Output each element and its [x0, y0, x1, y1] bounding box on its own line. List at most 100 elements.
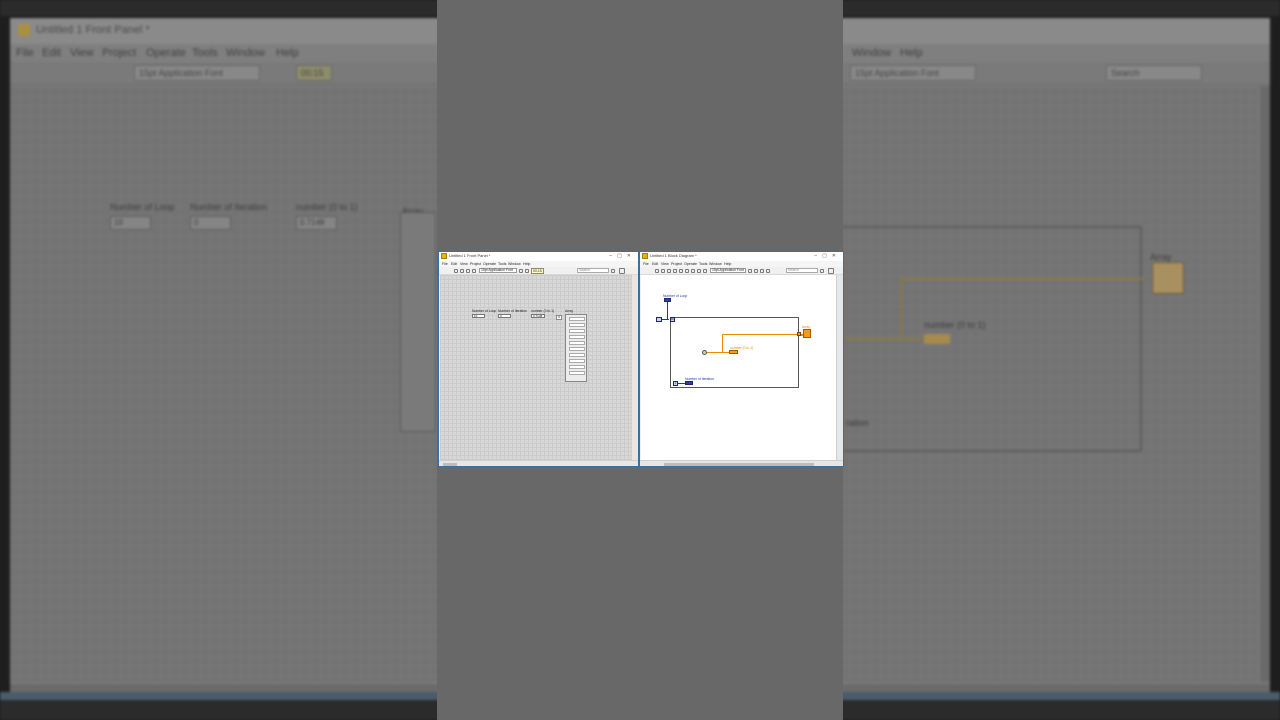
- fp-search-input[interactable]: Search: [577, 268, 609, 273]
- bd-menu-edit[interactable]: Edit: [652, 262, 658, 266]
- search-icon[interactable]: [611, 268, 615, 273]
- bg-menu-edit: Edit: [42, 47, 61, 59]
- window-controls-icon[interactable]: –▢✕: [609, 253, 636, 259]
- zoom-tooltip: 00:15: [531, 267, 544, 274]
- array-element: [569, 317, 585, 321]
- dbl-wire[interactable]: [722, 334, 723, 352]
- fp-menu-window[interactable]: Window: [508, 262, 521, 266]
- vi-icon-pane[interactable]: [828, 267, 834, 274]
- array-index-display[interactable]: 0: [556, 315, 562, 320]
- step-out-icon[interactable]: [703, 268, 707, 273]
- int-wire[interactable]: [667, 302, 668, 320]
- int-wire[interactable]: [661, 319, 669, 320]
- bg-menu-file: File: [16, 47, 34, 59]
- run-arrow-icon[interactable]: [655, 268, 659, 273]
- window-controls-icon[interactable]: –▢✕: [814, 253, 841, 259]
- reorder-icon[interactable]: [760, 268, 764, 273]
- bg-font-selector: 15pt Application Font: [134, 65, 260, 81]
- distribute-icon[interactable]: [525, 268, 529, 273]
- bd-title: Untitled 1 Block Diagram *: [650, 253, 697, 258]
- bg-number-indicator: [924, 334, 950, 344]
- array-element: [569, 329, 585, 333]
- bg-array-indicator: [1152, 262, 1184, 294]
- bd-scroll-thumb[interactable]: [664, 462, 814, 466]
- fp-menu-tools[interactable]: Tools: [498, 262, 506, 266]
- random-number-indicator: 0.7148: [531, 314, 545, 318]
- number-of-iteration-terminal[interactable]: [685, 381, 693, 385]
- pause-icon[interactable]: [673, 268, 677, 273]
- highlight-execution-icon[interactable]: [679, 268, 683, 273]
- distribute-icon[interactable]: [754, 268, 758, 273]
- bd-menu-tools[interactable]: Tools: [699, 262, 707, 266]
- fp-scroll-thumb[interactable]: [443, 462, 457, 466]
- dbl-wire[interactable]: [722, 334, 799, 335]
- bg-label-iteration: Number of Iteration: [190, 202, 268, 212]
- step-over-icon[interactable]: [697, 268, 701, 273]
- run-continuously-icon[interactable]: [661, 268, 665, 273]
- run-continuously-icon[interactable]: [460, 268, 464, 273]
- bg-menu-project: Project: [102, 47, 137, 59]
- front-panel-window[interactable]: Untitled 1 Front Panel * –▢✕ File Edit V…: [438, 251, 639, 467]
- fp-toolbar: 15pt Application Font 00:15 Search: [439, 267, 638, 275]
- bg-vertical-scrollbar: [1260, 86, 1270, 682]
- bd-menu-project[interactable]: Project: [671, 262, 682, 266]
- abort-icon[interactable]: [466, 268, 470, 273]
- abort-icon[interactable]: [667, 268, 671, 273]
- pause-icon[interactable]: [472, 268, 476, 273]
- connector-pane-icon[interactable]: [619, 267, 625, 274]
- bd-horizontal-scrollbar[interactable]: [640, 460, 843, 466]
- background-title: Untitled 1 Front Panel *: [36, 24, 150, 36]
- search-icon[interactable]: [820, 268, 824, 273]
- number-of-loop-control[interactable]: 10: [472, 314, 485, 318]
- array-element: [569, 323, 585, 327]
- fp-menu-file[interactable]: File: [442, 262, 448, 266]
- step-into-icon[interactable]: [691, 268, 695, 273]
- bd-menu-help[interactable]: Help: [724, 262, 731, 266]
- array-element: [569, 359, 585, 363]
- bd-menu-file[interactable]: File: [643, 262, 649, 266]
- retain-wire-values-icon[interactable]: [685, 268, 689, 273]
- array-element: [569, 347, 585, 351]
- bd-vertical-scrollbar[interactable]: [836, 275, 843, 460]
- fp-vertical-scrollbar[interactable]: [631, 275, 638, 460]
- bg-array-indicator-label: Array: [1150, 252, 1172, 262]
- labview-icon: [18, 24, 30, 36]
- array-element: [569, 341, 585, 345]
- fp-font-selector[interactable]: 15pt Application Font: [479, 268, 517, 273]
- fp-menu-project[interactable]: Project: [470, 262, 481, 266]
- array-terminal-label: Array: [802, 325, 811, 329]
- bd-menu-operate[interactable]: Operate: [684, 262, 697, 266]
- fp-horizontal-scrollbar[interactable]: [439, 460, 638, 466]
- align-icon[interactable]: [748, 268, 752, 273]
- bg-array: [400, 212, 436, 432]
- bg-label-loop: Number of Loop: [110, 202, 175, 212]
- array-indicator: [565, 314, 587, 382]
- cleanup-diagram-icon[interactable]: [766, 268, 770, 273]
- front-panel-canvas[interactable]: [440, 275, 631, 460]
- bd-menu-window[interactable]: Window: [709, 262, 722, 266]
- number-of-iteration-indicator: 0: [498, 314, 511, 318]
- fp-menu-edit[interactable]: Edit: [451, 262, 457, 266]
- bg-menu-operate: Operate: [146, 47, 186, 59]
- fp-menu-operate[interactable]: Operate: [483, 262, 496, 266]
- bg-label-random: number (0 to 1): [296, 202, 358, 212]
- align-icon[interactable]: [519, 268, 523, 273]
- fp-menu-view[interactable]: View: [460, 262, 468, 266]
- run-arrow-icon[interactable]: [454, 268, 458, 273]
- loop-count-n-terminal[interactable]: N: [670, 317, 675, 322]
- iteration-label: Number of Iteration: [685, 377, 715, 381]
- bg-wire: [900, 278, 1144, 280]
- bg-zoom: 00:15: [296, 65, 332, 81]
- bd-menu-view[interactable]: View: [661, 262, 669, 266]
- fp-menu-help[interactable]: Help: [523, 262, 530, 266]
- bd-font-selector[interactable]: 15pt Application Font: [710, 268, 746, 273]
- bg-menu-window: Window: [226, 47, 266, 59]
- bd-search-input[interactable]: Search: [786, 268, 818, 273]
- array-element: [569, 335, 585, 339]
- loop-count-constant[interactable]: [656, 317, 662, 322]
- dbl-wire[interactable]: [707, 352, 729, 353]
- bg-wire: [900, 278, 902, 338]
- bg-label-iteration-partial: ration: [846, 418, 869, 428]
- array-indicator-terminal[interactable]: [803, 329, 811, 338]
- random-number-terminal[interactable]: [729, 350, 738, 354]
